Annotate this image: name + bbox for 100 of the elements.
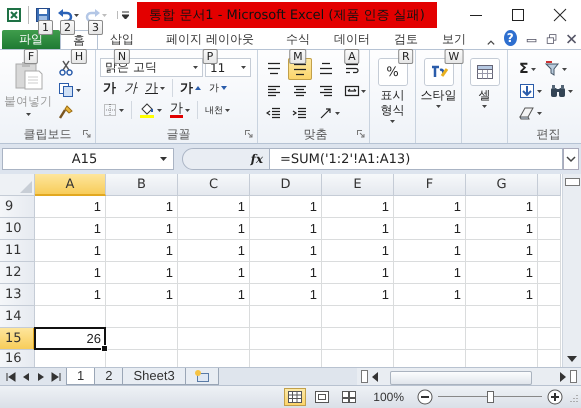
- undo-button[interactable]: [57, 7, 79, 23]
- fill-handle[interactable]: [101, 345, 108, 352]
- borders-icon: [103, 103, 117, 117]
- sheet-tab[interactable]: Sheet3: [122, 368, 186, 385]
- keytip-tooltip: 1: [38, 20, 53, 35]
- row-header[interactable]: 13: [0, 284, 35, 306]
- name-box[interactable]: A15: [2, 148, 174, 170]
- column-header[interactable]: F: [394, 174, 466, 196]
- close-button[interactable]: [553, 8, 567, 22]
- row-header[interactable]: 11: [0, 240, 35, 262]
- ribbon-tab[interactable]: 보기: [430, 30, 478, 49]
- ribbon-tab[interactable]: 수식: [274, 30, 322, 49]
- column-header[interactable]: G: [466, 174, 538, 196]
- row-header[interactable]: 15: [0, 328, 35, 350]
- ribbon-tab[interactable]: 파일: [2, 30, 60, 49]
- table-cell: 1: [178, 196, 250, 218]
- last-sheet-button[interactable]: [51, 372, 61, 382]
- column-header[interactable]: A: [35, 174, 106, 196]
- phonetic-guide-button[interactable]: 내천: [202, 100, 233, 120]
- group-label: 클립보드: [24, 126, 72, 142]
- format-painter-icon[interactable]: [58, 104, 74, 120]
- horizontal-scrollbar[interactable]: [357, 368, 581, 385]
- caret-icon: [537, 90, 542, 92]
- table-cell: 1: [394, 218, 466, 240]
- zoom-in-button[interactable]: [547, 389, 563, 405]
- split-handle[interactable]: [361, 370, 368, 383]
- insert-function-button[interactable]: fx: [250, 152, 263, 166]
- ribbon-tab[interactable]: 페이지 레이아웃: [146, 30, 274, 49]
- vertical-scrollbar[interactable]: [562, 174, 581, 367]
- arrow-right-icon[interactable]: [560, 372, 566, 382]
- table-cell: [250, 328, 322, 350]
- table-cell: 1: [250, 218, 322, 240]
- arrow-down-icon[interactable]: [567, 356, 577, 362]
- keytip-tooltip: P: [202, 49, 218, 64]
- bold-button[interactable]: 가: [100, 78, 119, 98]
- column-header[interactable]: E: [322, 174, 394, 196]
- new-sheet-icon: [194, 369, 210, 383]
- caret-icon: [119, 108, 124, 112]
- ribbon-tab[interactable]: 검토: [382, 30, 430, 49]
- underline-button[interactable]: 가: [142, 78, 168, 98]
- shrink-font-button[interactable]: 가: [206, 78, 230, 98]
- save-button[interactable]: [35, 7, 51, 23]
- align-right-icon: [318, 83, 334, 99]
- grow-font-button[interactable]: 가: [177, 78, 204, 98]
- copy-icon: [58, 82, 74, 98]
- scrollbar-thumb[interactable]: [390, 370, 532, 384]
- dialog-launcher-icon[interactable]: [83, 130, 91, 138]
- customize-caret-icon[interactable]: [117, 11, 129, 19]
- window-restore-button[interactable]: [546, 32, 557, 46]
- window-close-button[interactable]: [566, 32, 578, 46]
- active-cell[interactable]: 26: [34, 327, 106, 350]
- split-handle[interactable]: [570, 370, 577, 383]
- row-header[interactable]: 14: [0, 306, 35, 328]
- help-button[interactable]: ?: [504, 30, 517, 46]
- normal-view-button[interactable]: [284, 388, 306, 406]
- formula-field[interactable]: =SUM('1:2'!A1:A13): [270, 148, 563, 170]
- next-sheet-button[interactable]: [36, 372, 46, 382]
- grid-icon: [287, 390, 304, 404]
- table-cell: [538, 196, 561, 218]
- row-header[interactable]: 12: [0, 262, 35, 284]
- first-sheet-button[interactable]: [6, 372, 16, 382]
- sheet-tab[interactable]: 2: [94, 368, 124, 385]
- table-cell: [394, 328, 466, 350]
- sheet-tab[interactable]: 1: [66, 368, 96, 385]
- insert-sheet-button[interactable]: [184, 368, 219, 385]
- zoom-level[interactable]: 100%: [373, 390, 404, 404]
- ribbon-tab[interactable]: 데이터: [322, 30, 382, 49]
- row-header[interactable]: 9: [0, 196, 35, 218]
- collapse-ribbon-icon[interactable]: [486, 38, 495, 46]
- column-header[interactable]: B: [106, 174, 178, 196]
- table-cell: [322, 328, 394, 350]
- align-top-icon: [266, 61, 282, 77]
- expand-formula-bar-button[interactable]: [563, 148, 579, 170]
- table-cell: 1: [106, 218, 178, 240]
- keytip-tooltip: F: [24, 49, 38, 64]
- italic-button[interactable]: 가: [121, 78, 140, 98]
- font-color-button[interactable]: 가: [167, 100, 193, 120]
- row-header[interactable]: 10: [0, 218, 35, 240]
- zoom-out-button[interactable]: [417, 389, 433, 405]
- column-header[interactable]: C: [178, 174, 250, 196]
- table-cell: 1: [466, 196, 538, 218]
- table-cell: 1: [466, 218, 538, 240]
- binoculars-icon: [550, 83, 566, 99]
- maximize-button[interactable]: [511, 8, 525, 22]
- dialog-launcher-icon[interactable]: [357, 130, 365, 138]
- autosum-button[interactable]: Σ: [516, 59, 539, 79]
- zoom-slider[interactable]: [487, 391, 494, 403]
- keytip-tooltip: A: [344, 49, 360, 64]
- column-header[interactable]: D: [250, 174, 322, 196]
- previous-sheet-button[interactable]: [21, 372, 31, 382]
- split-handle[interactable]: [564, 178, 580, 186]
- cut-icon[interactable]: [58, 60, 74, 76]
- copy-button[interactable]: [58, 82, 81, 98]
- group-label: 편집: [536, 126, 560, 142]
- arrow-left-icon[interactable]: [372, 372, 378, 382]
- table-cell: [178, 306, 250, 328]
- cells-button[interactable]: 셀: [466, 58, 504, 108]
- spreadsheet-app-icon: [6, 7, 22, 23]
- row-header[interactable]: 16: [0, 350, 35, 367]
- dialog-launcher-icon[interactable]: [245, 130, 253, 138]
